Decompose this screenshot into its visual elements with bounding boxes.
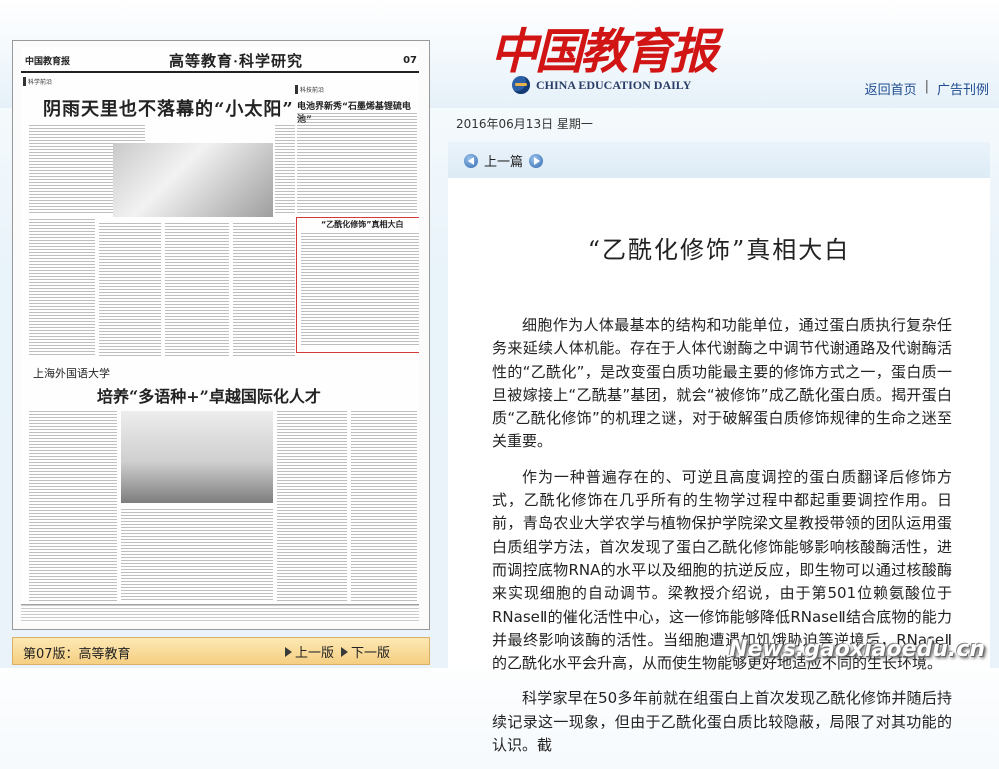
globe-icon bbox=[512, 76, 530, 94]
newspaper-page-view[interactable]: 中国教育报 高等教育·科学研究 07 科学前沿 科技前沿 阴雨天里也不落幕的“小… bbox=[12, 40, 430, 630]
logo-english-text: CHINA EDUCATION DAILY bbox=[536, 77, 692, 92]
campus-photo bbox=[121, 411, 273, 503]
newspaper-page-number: 07 bbox=[403, 55, 417, 66]
prev-page-button[interactable]: 上一版 bbox=[285, 642, 334, 661]
current-page-label: 第07版：高等教育 bbox=[23, 647, 131, 662]
site-logo[interactable]: 中国教育报 bbox=[490, 12, 718, 82]
article-paragraph: 细胞作为人体最基本的结构和功能单位，通过蛋白质执行复杂任务来延续人体机能。存在于… bbox=[492, 316, 952, 451]
highlighted-article-title: “乙酰化修饰”真相大白 bbox=[321, 220, 404, 229]
arrow-left-circle-icon[interactable] bbox=[464, 153, 478, 168]
article-text-block bbox=[121, 509, 273, 601]
article-nav-bar: 上一篇 bbox=[448, 142, 990, 178]
newspaper-masthead: 中国教育报 高等教育·科学研究 07 bbox=[21, 47, 419, 73]
newspaper-page: 中国教育报 高等教育·科学研究 07 科学前沿 科技前沿 阴雨天里也不落幕的“小… bbox=[21, 47, 419, 623]
newspaper-headline-3[interactable]: 培养“多语种+”卓越国际化人才 bbox=[97, 383, 321, 407]
arrow-right-circle-icon[interactable] bbox=[529, 153, 544, 168]
article-text-block bbox=[99, 223, 161, 357]
site-logo-english: CHINA EDUCATION DAILY bbox=[512, 76, 691, 94]
issue-date: 2016年06月13日 星期一 bbox=[456, 117, 593, 131]
prev-page-label: 上一版 bbox=[295, 646, 335, 661]
newspaper-headline-1[interactable]: 阴雨天里也不落幕的“小太阳” bbox=[43, 95, 294, 121]
home-link[interactable]: 返回首页 bbox=[865, 79, 917, 98]
article-paragraph: 科学家早在50多年前就在组蛋白上首次发现乙酰化修饰并随后持续记录这一现象，但由于… bbox=[492, 689, 952, 755]
ad-rates-link[interactable]: 广告刊例 bbox=[937, 79, 989, 98]
newspaper-section-title: 高等教育·科学研究 bbox=[169, 54, 304, 70]
top-links: 返回首页 | 广告刊例 bbox=[865, 79, 989, 98]
section-tag-right: 科技前沿 bbox=[295, 85, 324, 94]
page-navigation-bar: 第07版：高等教育 上一版 下一版 bbox=[12, 637, 430, 665]
article-text-block bbox=[165, 223, 229, 357]
article-text-block bbox=[351, 411, 417, 601]
article-body: 细胞作为人体最基本的结构和功能单位，通过蛋白质执行复杂任务来延续人体机能。存在于… bbox=[492, 314, 952, 769]
arrow-right-icon bbox=[285, 646, 292, 657]
link-separator: | bbox=[924, 79, 929, 94]
lab-photo bbox=[113, 143, 273, 217]
newspaper-brand: 中国教育报 bbox=[25, 56, 71, 66]
article-text-block bbox=[29, 219, 95, 357]
article-text-block bbox=[29, 411, 117, 601]
article-text-block bbox=[277, 411, 347, 601]
next-page-button[interactable]: 下一版 bbox=[341, 642, 390, 661]
newspaper-footer bbox=[21, 604, 419, 623]
arrow-right-icon bbox=[341, 646, 348, 657]
section-tag-left: 科学前沿 bbox=[23, 77, 52, 86]
article-text-block bbox=[275, 125, 295, 215]
article-text-block bbox=[297, 113, 417, 213]
prev-article-button[interactable]: 上一篇 bbox=[464, 151, 544, 170]
next-page-label: 下一版 bbox=[351, 646, 391, 661]
article-text-block bbox=[233, 223, 295, 357]
site-watermark: News.gaoxiaoedu.cn bbox=[729, 637, 985, 662]
article-title: “乙酰化修饰”真相大白 bbox=[587, 236, 851, 264]
article-text-block bbox=[301, 233, 419, 345]
newspaper-kicker[interactable]: 上海外国语大学 bbox=[33, 365, 110, 381]
article-panel: 上一篇 “乙酰化修饰”真相大白 细胞作为人体最基本的结构和功能单位，通过蛋白质执… bbox=[448, 142, 990, 754]
prev-article-label[interactable]: 上一篇 bbox=[484, 151, 523, 170]
